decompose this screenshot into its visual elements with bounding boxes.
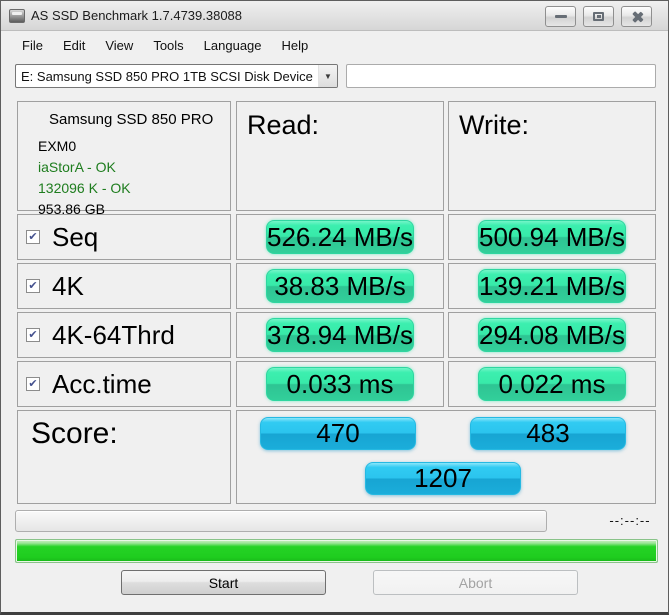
chevron-down-icon[interactable]: ▼ <box>318 65 337 87</box>
4k-checkbox[interactable]: ✔ <box>26 279 40 293</box>
menu-help[interactable]: Help <box>272 33 319 58</box>
seq-read-cell: 526.24 MB/s <box>236 214 444 260</box>
acctime-read-cell: 0.033 ms <box>236 361 444 407</box>
secondary-field[interactable] <box>346 64 656 88</box>
read-column-header: Read: <box>247 110 320 140</box>
4k64thrd-label: 4K-64Thrd <box>52 319 175 350</box>
score-label-box: Score: <box>17 410 231 504</box>
4k64thrd-read-cell: 378.94 MB/s <box>236 312 444 358</box>
seq-write-cell: 500.94 MB/s <box>448 214 656 260</box>
score-total-value: 1207 <box>365 462 521 495</box>
4k64thrd-write-value: 294.08 MB/s <box>478 318 626 352</box>
4k64thrd-read-value: 378.94 MB/s <box>266 318 414 352</box>
read-column-header-box: Read: <box>236 101 444 211</box>
drive-model: Samsung SSD 850 PRO <box>49 111 214 128</box>
menu-bar: File Edit View Tools Language Help <box>1 31 668 59</box>
minimize-button[interactable] <box>545 6 576 27</box>
row-acctime: ✔ Acc.time <box>17 361 231 407</box>
acctime-write-cell: 0.022 ms <box>448 361 656 407</box>
window-title: AS SSD Benchmark 1.7.4739.38088 <box>31 8 243 23</box>
drive-alignment-status: 132096 K - OK <box>38 180 131 196</box>
row-4k64thrd: ✔ 4K-64Thrd <box>17 312 231 358</box>
maximize-icon <box>593 12 604 21</box>
score-pills-box: 470 483 1207 <box>236 410 656 504</box>
minimize-icon <box>554 15 567 18</box>
drive-info-panel: Samsung SSD 850 PRO EXM0 iaStorA - OK 13… <box>17 101 231 217</box>
menu-language[interactable]: Language <box>194 33 272 58</box>
acctime-label: Acc.time <box>52 368 152 399</box>
menu-edit[interactable]: Edit <box>53 33 95 58</box>
write-column-header: Write: <box>459 110 530 140</box>
acctime-write-value: 0.022 ms <box>478 367 626 401</box>
app-icon <box>9 8 25 23</box>
acctime-read-value: 0.033 ms <box>266 367 414 401</box>
seq-write-value: 500.94 MB/s <box>478 220 626 254</box>
4k-write-value: 139.21 MB/s <box>478 269 626 303</box>
start-button[interactable]: Start <box>121 570 326 595</box>
drive-driver-status: iaStorA - OK <box>38 159 116 175</box>
4k64thrd-write-cell: 294.08 MB/s <box>448 312 656 358</box>
close-button[interactable] <box>621 6 652 27</box>
time-remaining: --:--:-- <box>609 513 651 528</box>
app-window: AS SSD Benchmark 1.7.4739.38088 File Edi… <box>0 0 669 615</box>
write-column-header-box: Write: <box>448 101 656 211</box>
title-bar[interactable]: AS SSD Benchmark 1.7.4739.38088 <box>1 1 668 31</box>
4k-label: 4K <box>52 270 84 301</box>
close-icon <box>630 10 644 24</box>
seq-label: Seq <box>52 221 99 252</box>
score-write-value: 483 <box>470 417 626 450</box>
seq-checkbox[interactable]: ✔ <box>26 230 40 244</box>
acctime-checkbox[interactable]: ✔ <box>26 377 40 391</box>
score-label: Score: <box>31 417 118 450</box>
drive-firmware: EXM0 <box>38 138 77 154</box>
row-seq: ✔ Seq <box>17 214 231 260</box>
benchmark-progress-bar <box>15 510 547 532</box>
score-read-value: 470 <box>260 417 416 450</box>
4k-read-value: 38.83 MB/s <box>266 269 414 303</box>
seq-read-value: 526.24 MB/s <box>266 220 414 254</box>
abort-button[interactable]: Abort <box>373 570 578 595</box>
drive-select-dropdown[interactable]: E: Samsung SSD 850 PRO 1TB SCSI Disk Dev… <box>15 64 338 88</box>
drive-select-value: E: Samsung SSD 850 PRO 1TB SCSI Disk Dev… <box>21 68 313 84</box>
4k64thrd-checkbox[interactable]: ✔ <box>26 328 40 342</box>
menu-tools[interactable]: Tools <box>143 33 193 58</box>
4k-write-cell: 139.21 MB/s <box>448 263 656 309</box>
menu-file[interactable]: File <box>12 33 53 58</box>
menu-view[interactable]: View <box>95 33 143 58</box>
4k-read-cell: 38.83 MB/s <box>236 263 444 309</box>
window-controls <box>545 6 652 27</box>
overall-progress-bar <box>15 539 658 563</box>
maximize-button[interactable] <box>583 6 614 27</box>
row-4k: ✔ 4K <box>17 263 231 309</box>
